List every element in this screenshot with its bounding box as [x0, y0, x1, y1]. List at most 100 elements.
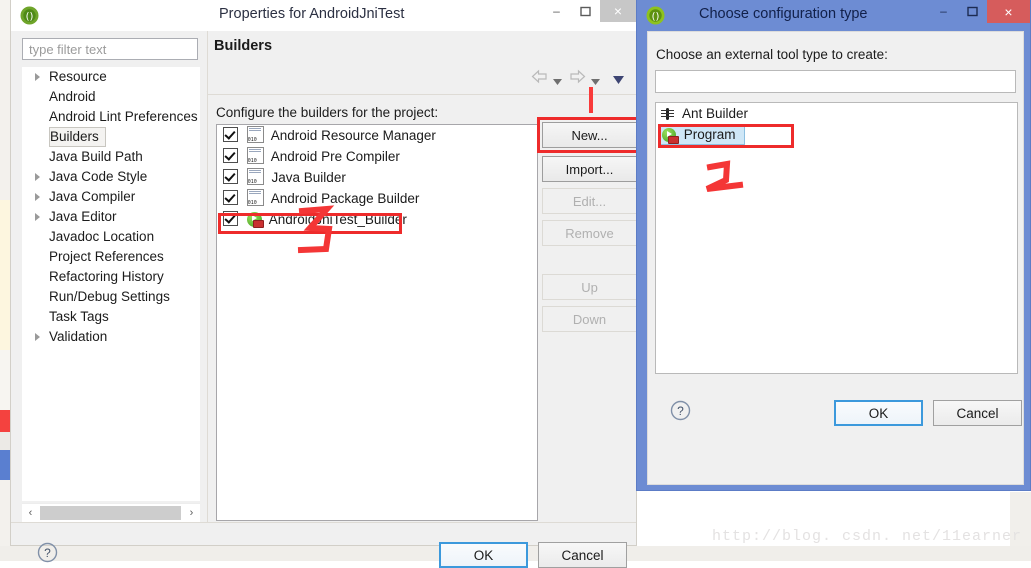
chevron-right-icon[interactable] [35, 213, 40, 221]
choose-config-window-buttons: – × [929, 0, 1030, 31]
sidebar-item-android[interactable]: Android [22, 87, 200, 107]
properties-dialog: () Properties for AndroidJniTest – × typ… [10, 0, 642, 568]
maximize-button[interactable] [958, 0, 987, 22]
ant-icon [661, 107, 675, 121]
bg-segment [0, 200, 10, 350]
cancel-button[interactable]: Cancel [538, 542, 627, 568]
builders-list[interactable]: Android Resource Manager Android Pre Com… [216, 124, 538, 521]
builder-doc-icon [246, 147, 264, 164]
scroll-right-arrow-icon[interactable]: › [183, 504, 200, 522]
properties-titlebar[interactable]: () Properties for AndroidJniTest – × [11, 0, 636, 32]
sidebar-item-label: Android Lint Preferences [49, 109, 198, 124]
page-title: Builders [214, 38, 273, 54]
import-button[interactable]: Import... [542, 156, 637, 182]
builders-description: Configure the builders for the project: [216, 105, 439, 120]
page-navigation [531, 69, 641, 87]
checkbox[interactable] [223, 127, 238, 142]
chevron-right-icon[interactable] [35, 193, 40, 201]
close-button[interactable]: × [987, 0, 1030, 23]
builder-doc-icon [246, 126, 264, 143]
choose-config-titlebar[interactable]: () Choose configuration type – × [637, 0, 1030, 31]
sidebar-item-project-references[interactable]: Project References [22, 247, 200, 267]
annotation-highlight-new-button [537, 117, 642, 153]
eclipse-icon: () [646, 6, 665, 25]
scroll-left-arrow-icon[interactable]: ‹ [22, 504, 39, 522]
sidebar-item-java-build-path[interactable]: Java Build Path [22, 147, 200, 167]
chevron-right-icon[interactable] [35, 73, 40, 81]
remove-button: Remove [542, 220, 637, 246]
sidebar-item-label: Task Tags [49, 309, 109, 324]
properties-body: type filter text Resource Android Androi… [11, 31, 642, 568]
down-button: Down [542, 306, 637, 332]
watermark: http://blog. csdn. net/11earner [712, 528, 1023, 545]
sidebar-item-label: Java Editor [49, 209, 117, 224]
svg-text:(): () [26, 12, 34, 23]
builder-row-java-builder[interactable]: Java Builder [217, 167, 537, 188]
sidebar-item-label: Builders [50, 129, 99, 144]
builder-row-android-pre-compiler[interactable]: Android Pre Compiler [217, 146, 537, 167]
sidebar-item-android-lint-preferences[interactable]: Android Lint Preferences [22, 107, 200, 127]
sidebar-item-resource[interactable]: Resource [22, 67, 200, 87]
sidebar-item-run-debug-settings[interactable]: Run/Debug Settings [22, 287, 200, 307]
svg-text:?: ? [677, 404, 684, 418]
sidebar-item-javadoc-location[interactable]: Javadoc Location [22, 227, 200, 247]
sidebar-item-label: Validation [49, 329, 108, 344]
sidebar-item-label: Resource [49, 69, 107, 84]
config-type-row-ant-builder[interactable]: Ant Builder [656, 103, 1017, 124]
ok-button[interactable]: OK [439, 542, 528, 568]
sidebar-item-java-code-style[interactable]: Java Code Style [22, 167, 200, 187]
maximize-button[interactable] [571, 0, 600, 22]
sidebar-item-java-compiler[interactable]: Java Compiler [22, 187, 200, 207]
forward-arrow-icon[interactable] [569, 69, 586, 87]
config-filter-input[interactable] [655, 70, 1016, 93]
configuration-type-list[interactable]: Ant Builder Program [655, 102, 1018, 374]
minimize-button[interactable]: – [929, 0, 958, 22]
sidebar-item-label: Java Build Path [49, 149, 143, 164]
sidebar-item-validation[interactable]: Validation [22, 327, 200, 347]
sidebar-item-task-tags[interactable]: Task Tags [22, 307, 200, 327]
cancel-button[interactable]: Cancel [933, 400, 1022, 426]
more-dropdown-icon[interactable] [613, 72, 624, 87]
annotation-step-1-tick [589, 87, 593, 113]
sidebar-item-refactoring-history[interactable]: Refactoring History [22, 267, 200, 287]
builder-doc-icon [246, 168, 264, 185]
tree-horizontal-scrollbar[interactable]: ‹ › [22, 503, 200, 522]
choose-config-title: Choose configuration type [699, 6, 868, 22]
footer-divider [11, 522, 636, 523]
sidebar-item-java-editor[interactable]: Java Editor [22, 207, 200, 227]
back-arrow-icon[interactable] [531, 69, 548, 87]
annotation-highlight-builder-row [218, 213, 402, 234]
svg-text:(): () [652, 12, 660, 23]
choose-config-prompt: Choose an external tool type to create: [656, 47, 888, 62]
checkbox[interactable] [223, 190, 238, 205]
search-input[interactable]: type filter text [22, 38, 198, 60]
bg-segment [0, 410, 10, 432]
ok-button[interactable]: OK [834, 400, 923, 426]
sidebar-item-label: Android [49, 89, 96, 104]
sidebar-item-label: Run/Debug Settings [49, 289, 170, 304]
chevron-right-icon[interactable] [35, 333, 40, 341]
minimize-button[interactable]: – [542, 0, 571, 22]
sidebar-item-label: Java Code Style [49, 169, 148, 184]
forward-dropdown-icon[interactable] [591, 73, 600, 88]
sidebar-item-label: Javadoc Location [49, 229, 155, 244]
chevron-right-icon[interactable] [35, 173, 40, 181]
help-icon[interactable]: ? [670, 400, 691, 421]
header-divider [208, 94, 636, 95]
checkbox[interactable] [223, 148, 238, 163]
panel-divider [207, 31, 208, 522]
bg-segment [0, 350, 10, 410]
checkbox[interactable] [223, 169, 238, 184]
edit-button: Edit... [542, 188, 637, 214]
builder-label: Java Builder [271, 170, 346, 185]
sidebar-item-builders[interactable]: Builders [49, 127, 106, 147]
builder-row-android-package-builder[interactable]: Android Package Builder [217, 188, 537, 209]
back-dropdown-icon[interactable] [553, 73, 562, 88]
properties-title: Properties for AndroidJniTest [219, 6, 405, 22]
builder-label: Android Package Builder [270, 191, 420, 206]
settings-tree[interactable]: Resource Android Android Lint Preference… [22, 67, 200, 501]
help-icon[interactable]: ? [37, 542, 58, 563]
builder-row-android-resource-manager[interactable]: Android Resource Manager [217, 125, 537, 146]
close-button[interactable]: × [600, 0, 636, 22]
scrollbar-thumb[interactable] [40, 506, 181, 520]
